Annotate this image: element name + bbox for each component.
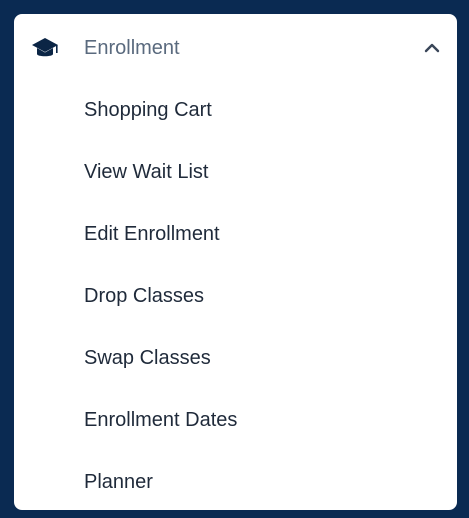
enrollment-menu-header[interactable]: Enrollment [14,14,457,80]
menu-item-enrollment-dates[interactable]: Enrollment Dates [14,390,457,452]
menu-item-label: Planner [84,471,153,493]
menu-item-label: Shopping Cart [84,99,212,121]
enrollment-submenu: Shopping Cart View Wait List Edit Enroll… [14,80,457,514]
menu-item-label: View Wait List [84,161,209,183]
enrollment-menu-label: Enrollment [84,37,180,59]
menu-item-label: Edit Enrollment [84,223,220,245]
menu-item-shopping-cart[interactable]: Shopping Cart [14,80,457,142]
menu-item-label: Enrollment Dates [84,409,238,431]
menu-item-planner[interactable]: Planner [14,452,457,514]
menu-item-label: Swap Classes [84,347,211,369]
chevron-up-icon[interactable] [422,40,442,54]
menu-item-edit-enrollment[interactable]: Edit Enrollment [14,204,457,266]
enrollment-menu-panel: Enrollment Shopping Cart View Wait List … [14,14,457,510]
menu-item-drop-classes[interactable]: Drop Classes [14,266,457,328]
menu-item-swap-classes[interactable]: Swap Classes [14,328,457,390]
menu-item-label: Drop Classes [84,285,205,307]
graduation-cap-icon [32,38,58,57]
menu-item-view-wait-list[interactable]: View Wait List [14,142,457,204]
